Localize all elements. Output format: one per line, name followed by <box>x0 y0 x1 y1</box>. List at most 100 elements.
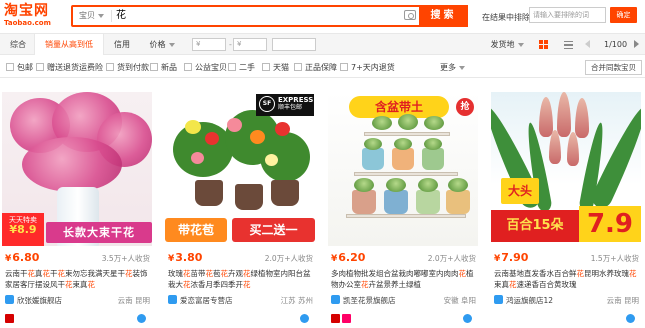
filter-label: 天猫 <box>273 63 289 72</box>
sort-credit[interactable]: 信用 <box>106 34 138 55</box>
exclude-input[interactable]: 请输入要排除的词 <box>529 7 606 23</box>
succulent-shape <box>424 138 442 150</box>
sort-bar: 综合 销量从高到低 信用 价格 ¥ - ¥ 发货地 1/100 <box>0 33 645 55</box>
checkbox[interactable] <box>340 63 348 71</box>
logo-text-en: Taobao.com <box>4 19 51 27</box>
camera-icon[interactable] <box>404 10 416 20</box>
shop-link[interactable]: 凯圣花景旗舰店 <box>331 295 396 306</box>
product-image[interactable]: 大头 百合15朵 7.9 <box>491 92 641 246</box>
chat-icon[interactable] <box>626 314 635 323</box>
merge-same-button[interactable]: 合并同款宝贝 <box>585 60 642 75</box>
product-card[interactable]: 天天特卖 ¥8.9 长款大束干花 ¥6.80 3.5万+人收货 云南干花真花干花… <box>2 92 152 328</box>
location: 安徽 阜阳 <box>443 296 476 305</box>
shop-name: 爱恋富居专营店 <box>180 296 233 305</box>
more-filters-button[interactable]: 更多 <box>440 62 465 73</box>
shop-name: 欣张媛旗舰店 <box>17 296 62 305</box>
checkbox[interactable] <box>106 63 114 71</box>
search-divider <box>111 10 112 22</box>
checkbox[interactable] <box>6 63 14 71</box>
list-view-icon[interactable] <box>564 41 573 49</box>
search-button[interactable]: 搜索 <box>419 5 468 27</box>
shelf-shape <box>364 132 450 136</box>
sort-default[interactable]: 综合 <box>4 34 32 55</box>
filter-tmall[interactable]: 天猫 <box>262 62 289 73</box>
shop-link[interactable]: 欣张媛旗舰店 <box>5 295 62 306</box>
promo-price-value: 8.9 <box>17 223 37 236</box>
location: 云南 昆明 <box>606 296 639 305</box>
ship-from-label: 发货地 <box>490 40 515 49</box>
sort-sales[interactable]: 销量从高到低 <box>34 34 104 55</box>
product-price: ¥6.80 <box>5 251 40 264</box>
succulent-shape <box>418 178 438 192</box>
chevron-down-icon <box>459 65 465 70</box>
pot-shape <box>195 180 223 206</box>
product-title[interactable]: 云南干花真花干花束勿忘我满天星干花装饰家居客厅摆设风干花束真花 <box>5 268 151 290</box>
filter-label: 二手 <box>239 63 255 72</box>
sort-price-label: 价格 <box>149 40 166 49</box>
product-title[interactable]: 云南基地直发香水百合鲜花昆明水养玫瑰花束真花速递香百合黄玫瑰 <box>494 268 640 290</box>
confirm-button[interactable]: 确定 <box>610 7 637 23</box>
exclude-label: 在结果中排除 <box>482 13 530 22</box>
search-input[interactable]: 花 <box>116 9 396 23</box>
filter-free-shipping[interactable]: 包邮 <box>6 62 33 73</box>
logo-text-cn: 淘宝网 <box>4 3 49 19</box>
prev-page-icon[interactable] <box>585 40 590 48</box>
pot-shape <box>362 148 384 170</box>
checkbox[interactable] <box>36 63 44 71</box>
product-title[interactable]: 多肉植物批发组合盆栽肉嘟嘟室内肉肉花植物办公室花卉盆景养土绿植 <box>331 268 477 290</box>
filter-charity[interactable]: 公益宝贝 <box>184 62 227 73</box>
filter-genuine[interactable]: 正品保障 <box>294 62 337 73</box>
sort-price[interactable]: 价格 <box>142 34 182 55</box>
search-box: 宝贝 花 搜索 <box>71 5 468 27</box>
filter-new[interactable]: 新品 <box>150 62 177 73</box>
checkbox[interactable] <box>228 63 236 71</box>
checkbox[interactable] <box>184 63 192 71</box>
shelf-shape <box>354 172 458 176</box>
rose-shape <box>227 118 242 132</box>
price-value: 6.80 <box>12 251 40 264</box>
pot-shape <box>446 190 470 214</box>
product-image[interactable]: SF EXPRESS 顺丰包邮 带花苞 买二送一 <box>165 92 315 246</box>
filter-second-hand[interactable]: 二手 <box>228 62 255 73</box>
filter-label: 正品保障 <box>305 63 337 72</box>
filter-return-insurance[interactable]: 赠送退货运费险 <box>36 62 103 73</box>
promo-tag: 带花苞 <box>165 218 227 242</box>
filter-label: 7+天内退货 <box>351 63 395 72</box>
checkbox[interactable] <box>150 63 158 71</box>
shop-link[interactable]: 爱恋富居专营店 <box>168 295 233 306</box>
succulent-shape <box>394 138 412 150</box>
product-card[interactable]: 含盆带土 抢 ¥6.20 2.0万+人收货 多肉植物批发组合盆栽肉嘟嘟室内肉肉花… <box>328 92 478 328</box>
price-to-input[interactable]: ¥ <box>233 38 267 51</box>
product-title[interactable]: 玫瑰花苗带花苞花卉观花绿植物室内阳台盆栽大花浓香月季四季开花 <box>168 268 314 290</box>
chat-icon[interactable] <box>463 314 472 323</box>
rose-shape <box>185 120 201 134</box>
promo-tag: 含盆带土 <box>349 96 449 118</box>
pot-shape <box>392 148 414 170</box>
chat-icon[interactable] <box>137 314 146 323</box>
price-range-slider[interactable] <box>272 38 316 51</box>
succulent-shape <box>386 178 406 192</box>
price-value: 7.90 <box>501 251 529 264</box>
product-image[interactable]: 含盆带土 抢 <box>328 92 478 246</box>
product-card[interactable]: 大头 百合15朵 7.9 ¥7.90 1.5万+人收货 云南基地直发香水百合鲜花… <box>491 92 641 328</box>
checkbox[interactable] <box>294 63 302 71</box>
price-from-input[interactable]: ¥ <box>192 38 226 51</box>
product-price: ¥7.90 <box>494 251 529 264</box>
shop-link[interactable]: 鸿运旗舰店12 <box>494 295 553 306</box>
checkbox[interactable] <box>262 63 270 71</box>
search-scope-label: 宝贝 <box>79 11 95 20</box>
filter-7day-return[interactable]: 7+天内退货 <box>340 62 395 73</box>
ship-from-select[interactable]: 发货地 <box>486 34 528 55</box>
sales-count: 2.0万+人收货 <box>264 254 313 263</box>
grid-view-icon[interactable] <box>539 40 548 49</box>
search-scope-select[interactable]: 宝贝 <box>79 10 109 22</box>
chat-icon[interactable] <box>300 314 309 323</box>
product-image[interactable]: 天天特卖 ¥8.9 长款大束干花 <box>2 92 152 246</box>
product-card[interactable]: SF EXPRESS 顺丰包邮 带花苞 买二送一 ¥3.80 2.0万+人收货 … <box>165 92 315 328</box>
filter-cod[interactable]: 货到付款 <box>106 62 149 73</box>
express-text: EXPRESS <box>278 96 314 104</box>
taobao-logo[interactable]: 淘宝网 Taobao.com <box>4 3 64 29</box>
next-page-icon[interactable] <box>634 40 639 48</box>
shop-icon <box>5 295 14 304</box>
promo-banner: 长款大束干花 <box>46 222 152 243</box>
